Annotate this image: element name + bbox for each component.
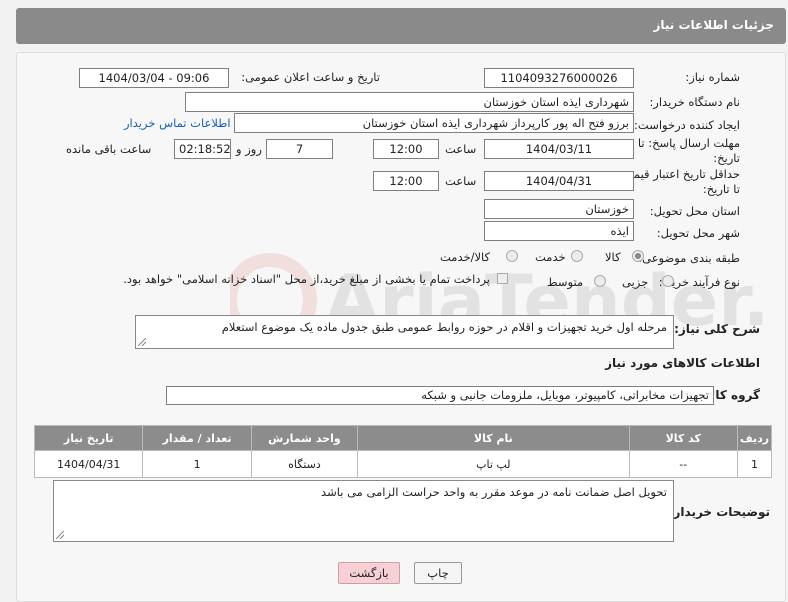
need-number-field[interactable]: 1104093276000026 xyxy=(484,68,634,88)
cell-row: 1 xyxy=(736,450,773,478)
process-medium-radio[interactable] xyxy=(594,275,606,287)
goods-section-title: اطلاعات کالاهای مورد نیاز xyxy=(605,356,760,370)
buyer-contact-link[interactable]: اطلاعات تماس خریدار xyxy=(124,116,231,130)
category-goods-label: کالا xyxy=(605,250,621,264)
remaining-label: ساعت باقی مانده xyxy=(66,142,152,156)
validity-date-field[interactable]: 1404/04/31 xyxy=(484,171,634,191)
category-both-radio[interactable] xyxy=(506,250,518,262)
province-field[interactable]: خوزستان xyxy=(484,199,634,219)
print-button[interactable]: چاپ xyxy=(414,562,462,584)
process-medium-label: متوسط xyxy=(547,275,584,289)
resize-handle-icon[interactable] xyxy=(138,338,146,346)
city-label: شهر محل تحویل: xyxy=(656,226,740,240)
cell-qty: 1 xyxy=(142,450,252,478)
category-label: طبقه بندی موضوعی: xyxy=(638,251,740,265)
treasury-payment-note: پرداخت تمام یا بخشی از مبلغ خرید،از محل … xyxy=(123,272,490,286)
buyer-notes-label: توضیحات خریدار: xyxy=(668,505,770,519)
validity-time-field[interactable]: 12:00 xyxy=(373,171,439,191)
cell-name: لپ تاپ xyxy=(357,450,630,478)
cell-unit: دستگاه xyxy=(250,450,359,478)
need-number-label: شماره نیاز: xyxy=(685,70,740,84)
goods-table-header: ردیف کد کالا نام کالا واحد شمارش تعداد /… xyxy=(33,425,773,451)
col-row: ردیف xyxy=(736,425,773,451)
remaining-time-field[interactable]: 02:18:52 xyxy=(174,139,231,159)
province-label: استان محل تحویل: xyxy=(649,204,740,218)
requester-label: ایجاد کننده درخواست: xyxy=(634,118,740,132)
cell-date: 1404/04/31 xyxy=(33,450,144,478)
days-label: روز و xyxy=(236,142,262,156)
category-service-label: خدمت xyxy=(535,250,566,264)
description-textarea[interactable]: مرحله اول خرید تجهیزات و اقلام در حوزه ر… xyxy=(135,315,674,349)
deadline-label-2: تاریخ: xyxy=(713,151,740,165)
col-unit: واحد شمارش xyxy=(250,425,359,451)
description-text: مرحله اول خرید تجهیزات و اقلام در حوزه ر… xyxy=(221,320,667,334)
table-row[interactable]: 1 -- لپ تاپ دستگاه 1 1404/04/31 xyxy=(33,450,773,478)
page-title: جزئیات اطلاعات نیاز xyxy=(653,18,774,32)
category-service-radio[interactable] xyxy=(571,250,583,262)
col-date: تاریخ نیاز xyxy=(33,425,144,451)
announce-field[interactable]: 1404/03/04 - 09:06 xyxy=(79,68,229,88)
buyer-org-field[interactable]: شهرداری ایذه استان خوزستان xyxy=(185,92,634,112)
validity-label-2: تا تاریخ: xyxy=(702,182,740,196)
announce-label: تاریخ و ساعت اعلان عمومی: xyxy=(241,70,380,84)
buyer-org-label: نام دستگاه خریدار: xyxy=(649,95,740,109)
requester-field[interactable]: برزو فتح اله پور کارپرداز شهرداری ایذه ا… xyxy=(234,113,634,133)
goods-table: ردیف کد کالا نام کالا واحد شمارش تعداد /… xyxy=(33,425,773,478)
col-qty: تعداد / مقدار xyxy=(142,425,252,451)
process-minor-label: جزیی xyxy=(622,275,649,289)
cell-code: -- xyxy=(628,450,738,478)
buyer-notes-textarea[interactable]: تحویل اصل ضمانت نامه در موعد مقرر به واح… xyxy=(53,480,674,542)
days-field[interactable]: 7 xyxy=(266,139,333,159)
description-label: شرح کلی نیاز: xyxy=(674,322,760,336)
deadline-time-label: ساعت xyxy=(445,142,477,156)
process-minor-radio[interactable] xyxy=(662,275,674,287)
validity-time-label: ساعت xyxy=(445,174,477,188)
col-code: کد کالا xyxy=(628,425,738,451)
deadline-time-field[interactable]: 12:00 xyxy=(373,139,439,159)
deadline-date-field[interactable]: 1404/03/11 xyxy=(484,139,634,159)
col-name: نام کالا xyxy=(357,425,630,451)
deadline-label: مهلت ارسال پاسخ: تا xyxy=(637,136,740,150)
back-button[interactable]: بازگشت xyxy=(338,562,400,584)
goods-group-field[interactable]: تجهیزات مخابراتی، کامپیوتر، موبایل، ملزو… xyxy=(166,386,714,405)
city-field[interactable]: ایذه xyxy=(484,221,634,241)
treasury-payment-checkbox[interactable] xyxy=(497,273,508,284)
page-header: جزئیات اطلاعات نیاز xyxy=(16,8,786,44)
category-goods-radio[interactable] xyxy=(632,250,644,262)
buyer-notes-text: تحویل اصل ضمانت نامه در موعد مقرر به واح… xyxy=(321,485,667,499)
category-both-label: کالا/خدمت xyxy=(440,250,491,264)
validity-label: حداقل تاریخ اعتبار قیمت: xyxy=(618,167,740,181)
resize-handle-icon[interactable] xyxy=(56,531,64,539)
